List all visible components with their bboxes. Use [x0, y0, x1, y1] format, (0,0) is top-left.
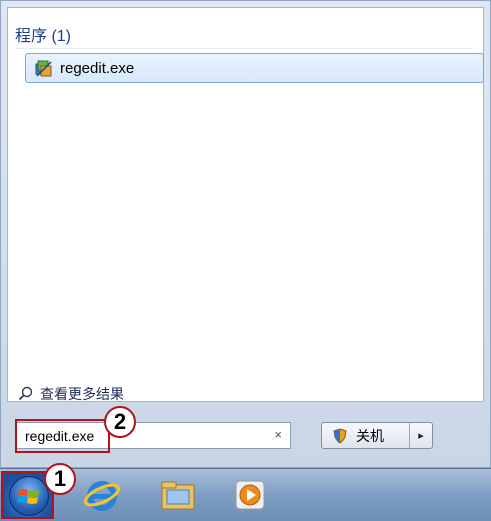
group-divider [15, 48, 473, 49]
shutdown-label: 关机 [356, 427, 384, 444]
regedit-icon [35, 60, 52, 77]
search-results-pane: 程序 (1) regedit.exe 查看更多结果 [7, 7, 484, 402]
result-item-regedit[interactable]: regedit.exe [25, 53, 484, 83]
search-input-value: regedit.exe [25, 428, 95, 444]
shutdown-button[interactable]: 关机 [322, 423, 410, 448]
windows-logo-icon [17, 489, 39, 504]
shield-icon [333, 427, 347, 444]
windows-explorer-icon[interactable] [158, 475, 198, 515]
windows-start-orb-icon[interactable] [9, 476, 49, 516]
shutdown-options-arrow-icon[interactable]: ▸ [410, 423, 432, 448]
clear-search-icon[interactable]: × [274, 427, 282, 442]
start-menu: 程序 (1) regedit.exe 查看更多结果 regedit.exe × … [0, 0, 491, 468]
search-icon [18, 386, 33, 401]
search-input[interactable]: regedit.exe × [15, 422, 291, 449]
taskbar: 1 [0, 463, 491, 521]
result-label: regedit.exe [60, 59, 135, 77]
internet-explorer-icon[interactable] [82, 475, 122, 515]
media-player-icon[interactable] [230, 475, 270, 515]
programs-group-header: 程序 (1) [15, 28, 72, 45]
callout-2: 2 [104, 406, 136, 438]
shutdown-button-group: 关机 ▸ [321, 422, 433, 449]
see-more-label: 查看更多结果 [40, 386, 124, 402]
see-more-results-link[interactable]: 查看更多结果 [18, 384, 124, 404]
callout-1: 1 [44, 463, 76, 495]
